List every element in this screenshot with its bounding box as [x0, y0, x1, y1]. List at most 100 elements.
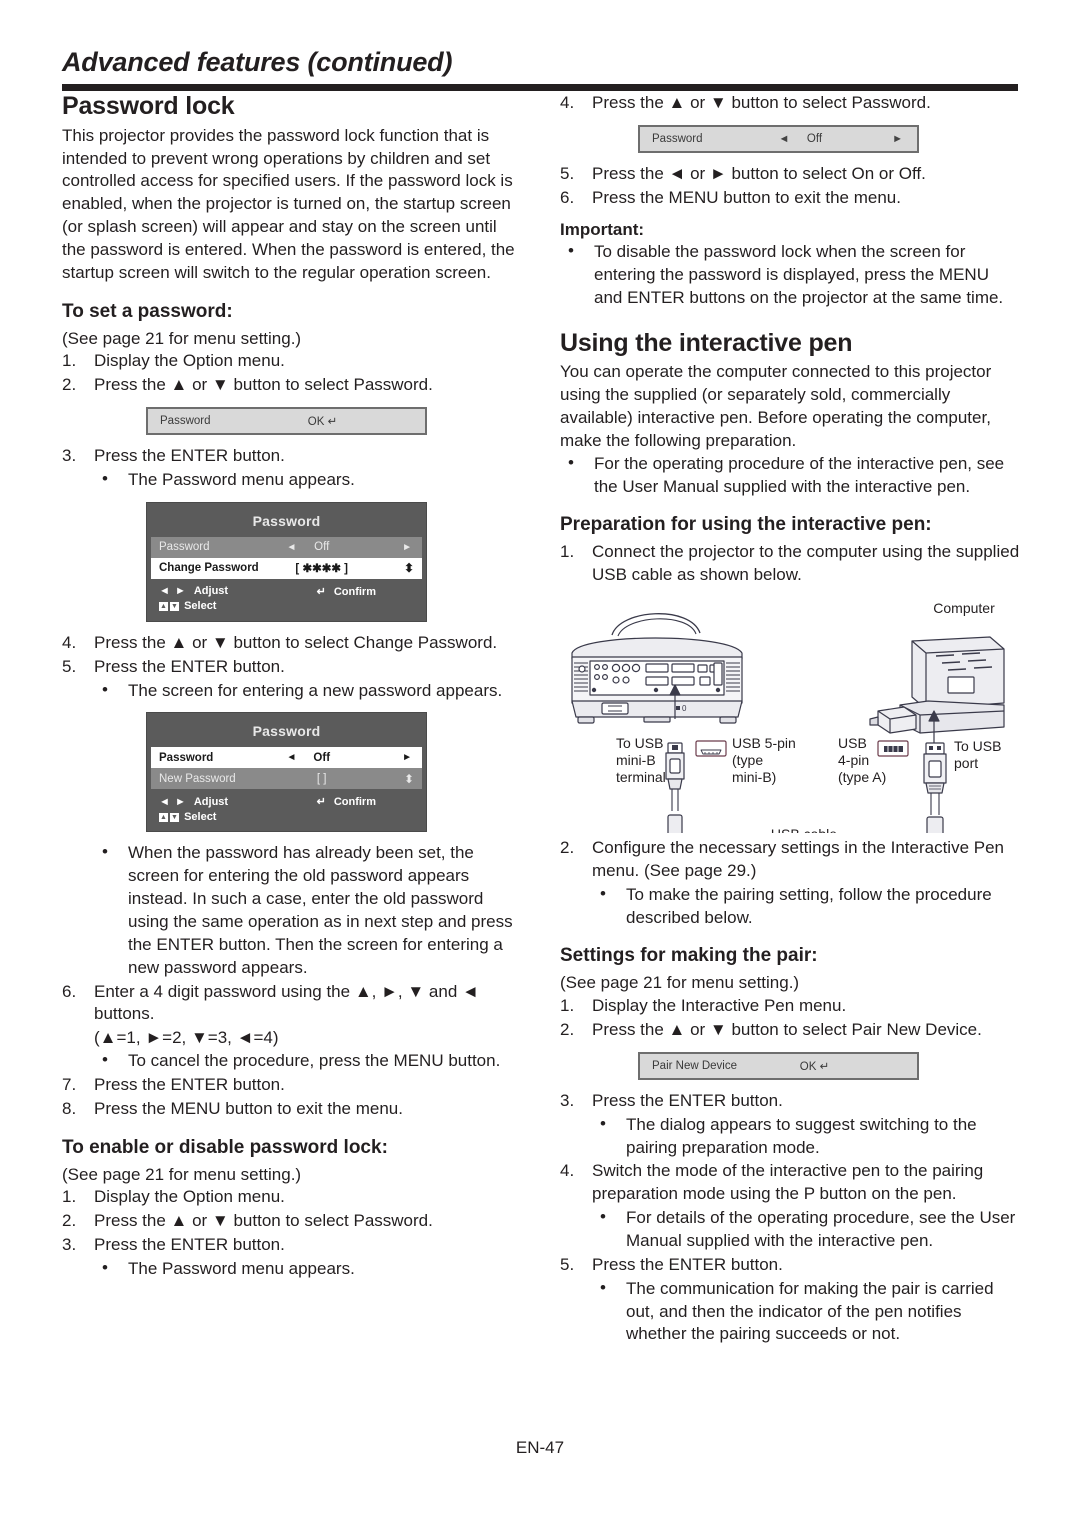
- note-menu-setting-3: (See page 21 for menu setting.): [560, 973, 800, 993]
- diagram-label-usb-cable: USB cable: [771, 826, 837, 833]
- osd-bar-value: OK ↵: [307, 416, 338, 429]
- step-6-enter-digits: 6. Enter a 4 digit password using the ▲,…: [62, 981, 524, 1027]
- diagram-label-to-usb-mini-b-2: mini-B: [616, 752, 656, 768]
- osd-menu-row-password[interactable]: Password ◄ Off ►: [151, 536, 422, 558]
- pair-step-4: 4. Switch the mode of the interactive pe…: [560, 1160, 1022, 1206]
- pair-step-3: 3. Press the ENTER button.: [560, 1090, 1022, 1113]
- step-number: 7.: [62, 1075, 77, 1095]
- step-4-select-password: 4. Press the ▲ or ▼ button to select Pas…: [560, 92, 1022, 115]
- list-item: To disable the password lock when the sc…: [560, 240, 1022, 310]
- header-divider: [62, 83, 1018, 91]
- steps-5-6-right: 5. Press the ◄ or ► button to select On …: [560, 163, 1022, 210]
- diagram-label-to-usb-mini-b-1: To USB: [616, 735, 663, 751]
- list-item: 4. Press the ▲ or ▼ button to select Pas…: [560, 92, 1022, 115]
- pair-step-5: 5. Press the ENTER button.: [560, 1254, 1022, 1277]
- list-item: For details of the operating procedure, …: [560, 1206, 1022, 1253]
- step-text: Press the ▲ or ▼ button to select Pair N…: [592, 1019, 982, 1039]
- step-number: 2.: [62, 1211, 77, 1231]
- osd-menu-row-new-password[interactable]: New Password [ ] ⬍: [151, 768, 422, 790]
- osd-menu-row-change-password[interactable]: Change Password [ ✱✱✱✱ ] ⬍: [151, 557, 422, 579]
- step-number: 1.: [62, 1187, 77, 1207]
- right-column: 4. Press the ▲ or ▼ button to select Pas…: [560, 92, 1022, 1347]
- osd-row-value: [ ]: [316, 772, 327, 785]
- list-item: 3. Press the ENTER button.: [62, 1234, 524, 1257]
- step-text: Press the ▲ or ▼ button to select Passwo…: [592, 93, 931, 112]
- list-item: To cancel the procedure, press the MENU …: [62, 1049, 524, 1073]
- osd-menu-row-password[interactable]: Password ◄ Off ►: [151, 747, 422, 769]
- left-arrow-icon[interactable]: ◄: [287, 752, 297, 763]
- list-item: 3. Press the ENTER button.: [560, 1090, 1022, 1113]
- step-number: 3.: [560, 1090, 575, 1110]
- osd-menu-title: Password: [252, 512, 321, 529]
- step-text: Press the ENTER button.: [94, 656, 285, 676]
- osd-row-value: Off: [314, 541, 330, 554]
- step-text: Connect the projector to the computer us…: [592, 542, 1020, 585]
- step-text: Display the Interactive Pen menu.: [592, 996, 847, 1016]
- osd-bar-pair-new-device: Pair New Device OK ↵: [638, 1051, 919, 1080]
- adjust-keys-icon: ◄ ►: [159, 585, 187, 598]
- left-arrow-icon[interactable]: ◄: [287, 542, 297, 553]
- select-label: Select: [184, 600, 217, 613]
- step-text: Press the ENTER button.: [94, 446, 285, 466]
- page-header: Advanced features (continued): [62, 47, 1018, 91]
- list-item: 1. Display the Option menu.: [62, 350, 524, 373]
- osd-menu-new-password: Password Password ◄ Off ► New Password […: [146, 712, 427, 833]
- list-item: For the operating procedure of the inter…: [560, 452, 1022, 499]
- heading-enable-disable-password-lock: To enable or disable password lock:: [62, 1136, 388, 1158]
- step-text: Enter a 4 digit password using the ▲, ►,…: [94, 981, 479, 1024]
- osd-row-label: New Password: [159, 772, 236, 785]
- password-lock-intro: This projector provides the password loc…: [62, 125, 515, 282]
- right-arrow-icon[interactable]: ►: [402, 542, 412, 553]
- list-item: The screen for entering a new password a…: [62, 679, 524, 703]
- up-down-arrows-icon[interactable]: ⬍: [404, 561, 414, 575]
- document-page: Advanced features (continued) Password l…: [0, 0, 1080, 1527]
- bullet-password-menu-appears-2: The Password menu appears.: [62, 1257, 524, 1281]
- step-text: Press the ▲ or ▼ button to select Change…: [94, 632, 498, 652]
- step-number: 1.: [560, 542, 575, 562]
- bullet-password-menu-appears-1: The Password menu appears.: [62, 468, 524, 492]
- diagram-label-computer: Computer: [933, 600, 995, 616]
- left-arrow-icon[interactable]: ◄: [779, 133, 790, 145]
- osd-row-label: Password: [159, 541, 210, 554]
- list-item: The communication for making the pair is…: [560, 1277, 1022, 1347]
- osd-bar-label: Pair New Device: [652, 1059, 737, 1072]
- up-down-arrows-icon[interactable]: ⬍: [404, 772, 414, 786]
- list-item: To make the pairing setting, follow the …: [560, 883, 1022, 930]
- heading-important: Important:: [560, 219, 645, 239]
- step-text: Display the Option menu.: [94, 351, 285, 371]
- select-label: Select: [184, 810, 217, 823]
- step-text: Press the ▲ or ▼ button to select Passwo…: [94, 375, 433, 395]
- step-number: 2.: [62, 375, 77, 395]
- list-item: 7. Press the ENTER button.: [62, 1074, 524, 1097]
- osd-row-value: Off: [313, 751, 331, 764]
- steps-set-password-4-5: 4. Press the ▲ or ▼ button to select Cha…: [62, 632, 524, 679]
- list-item: 1. Connect the projector to the computer…: [560, 541, 1022, 587]
- bullet-cancel-procedure: To cancel the procedure, press the MENU …: [62, 1049, 524, 1073]
- bullet-details-operating-procedure: For details of the operating procedure, …: [560, 1206, 1022, 1253]
- right-arrow-icon[interactable]: ►: [892, 133, 903, 145]
- page-number: EN-47: [515, 1438, 565, 1457]
- step-1-connect: 1. Connect the projector to the computer…: [560, 541, 1022, 587]
- list-item: 2. Configure the necessary settings in t…: [560, 837, 1022, 883]
- osd-bar-label: Password: [160, 415, 211, 428]
- step-number: 5.: [560, 1254, 575, 1274]
- steps-set-password-3: 3. Press the ENTER button.: [62, 445, 524, 468]
- step-number: 8.: [62, 1098, 77, 1118]
- diagram-label-to-usb-port-1: To USB: [954, 738, 1001, 754]
- arrow-key-mapping: (▲=1, ►=2, ▼=3, ◄=4): [94, 1028, 279, 1048]
- step-text: Configure the necessary settings in the …: [592, 837, 1005, 880]
- step-text: Press the ▲ or ▼ button to select Passwo…: [94, 1211, 433, 1231]
- confirm-label: Confirm: [333, 585, 376, 598]
- list-item: 1. Display the Option menu.: [62, 1186, 524, 1209]
- page-footer: EN-47: [0, 1438, 1080, 1458]
- right-arrow-icon[interactable]: ►: [402, 752, 412, 763]
- osd-bar-value: OK ↵: [799, 1060, 830, 1073]
- list-item: 2. Press the ▲ or ▼ button to select Pai…: [560, 1019, 1022, 1042]
- list-item: The dialog appears to suggest switching …: [560, 1113, 1022, 1160]
- list-item: 4. Switch the mode of the interactive pe…: [560, 1160, 1022, 1206]
- list-item: 1. Display the Interactive Pen menu.: [560, 995, 1022, 1018]
- bullet-old-password: When the password has already been set, …: [62, 841, 524, 979]
- diagram-label-usb-5pin-3: mini-B): [732, 769, 776, 785]
- heading-to-set-a-password: To set a password:: [62, 300, 233, 322]
- confirm-key-icon: ↵: [316, 796, 327, 809]
